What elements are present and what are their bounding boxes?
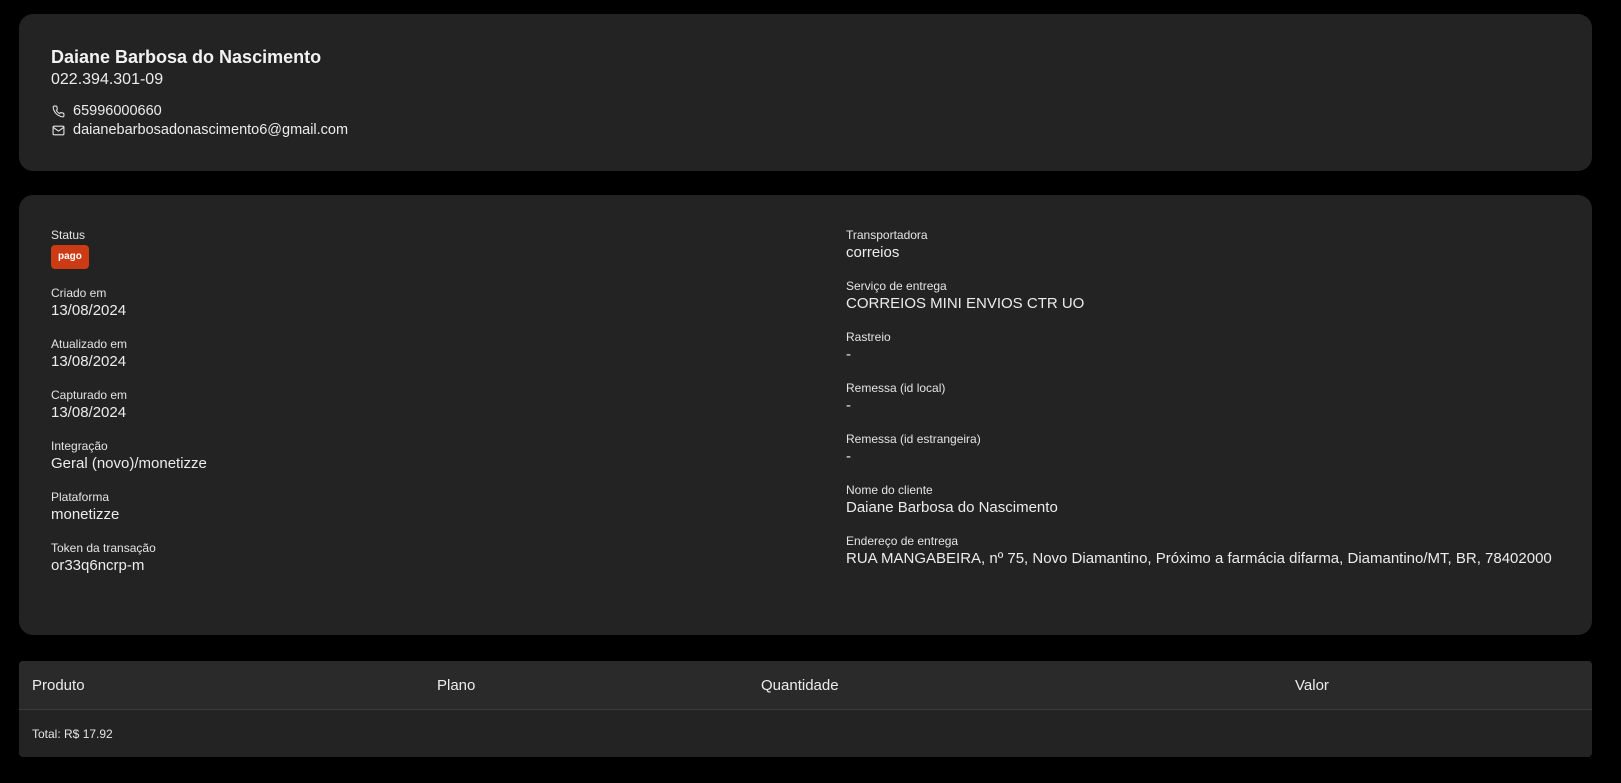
shipment-foreign-label: Remessa (id estrangeira) <box>846 432 981 446</box>
tracking-value: - <box>846 346 851 363</box>
phone-icon <box>51 105 65 119</box>
client-name-field: Nome do cliente Daiane Barbosa do Nascim… <box>846 482 1560 517</box>
delivery-address-field: Endereço de entrega RUA MANGABEIRA, nº 7… <box>846 533 1560 568</box>
delivery-service-value: CORREIOS MINI ENVIOS CTR UO <box>846 295 1085 312</box>
column-header-produto: Produto <box>32 676 85 694</box>
customer-card: Daiane Barbosa do Nascimento 022.394.301… <box>19 14 1592 171</box>
client-name-label: Nome do cliente <box>846 483 933 497</box>
customer-phone: 65996000660 <box>73 103 162 119</box>
details-left-column: Status pago Criado em 13/08/2024 Atualiz… <box>51 227 846 591</box>
delivery-service-field: Serviço de entrega CORREIOS MINI ENVIOS … <box>846 278 1560 313</box>
table-header-row: Produto Plano Quantidade Valor <box>19 661 1592 710</box>
integration-value: Geral (novo)/monetizze <box>51 455 207 472</box>
products-table: Produto Plano Quantidade Valor Total: R$… <box>19 661 1592 757</box>
shipment-local-label: Remessa (id local) <box>846 381 946 395</box>
integration-label: Integração <box>51 439 108 453</box>
carrier-value: correios <box>846 244 900 261</box>
token-label: Token da transação <box>51 541 156 555</box>
captured-label: Capturado em <box>51 388 128 402</box>
integration-field: Integração Geral (novo)/monetizze <box>51 438 846 473</box>
updated-field: Atualizado em 13/08/2024 <box>51 336 846 371</box>
created-field: Criado em 13/08/2024 <box>51 285 846 320</box>
carrier-field: Transportadora correios <box>846 227 1560 262</box>
shipment-local-field: Remessa (id local) - <box>846 380 1560 415</box>
platform-value: monetizze <box>51 506 120 523</box>
created-label: Criado em <box>51 286 107 300</box>
table-total: Total: R$ 17.92 <box>32 726 113 741</box>
platform-label: Plataforma <box>51 490 110 504</box>
column-header-plano: Plano <box>437 676 476 694</box>
customer-document: 022.394.301-09 <box>51 71 164 88</box>
token-value: or33q6ncrp-m <box>51 557 145 574</box>
platform-field: Plataforma monetizze <box>51 489 846 524</box>
status-label: Status <box>51 228 86 242</box>
delivery-service-label: Serviço de entrega <box>846 279 947 293</box>
client-name-value: Daiane Barbosa do Nascimento <box>846 499 1058 516</box>
tracking-field: Rastreio - <box>846 329 1560 364</box>
captured-value: 13/08/2024 <box>51 404 127 421</box>
status-badge: pago <box>51 245 89 269</box>
column-header-quantidade: Quantidade <box>761 676 839 694</box>
tracking-label: Rastreio <box>846 330 891 344</box>
shipment-foreign-field: Remessa (id estrangeira) - <box>846 431 1560 466</box>
updated-label: Atualizado em <box>51 337 128 351</box>
status-field: Status pago <box>51 227 846 269</box>
updated-value: 13/08/2024 <box>51 353 127 370</box>
mail-icon <box>51 124 65 138</box>
shipment-local-value: - <box>846 397 851 414</box>
customer-name: Daiane Barbosa do Nascimento <box>51 47 322 67</box>
delivery-address-label: Endereço de entrega <box>846 534 959 548</box>
delivery-address-value: RUA MANGABEIRA, nº 75, Novo Diamantino, … <box>846 550 1552 567</box>
customer-email-row: daianebarbosadonascimento6@gmail.com <box>51 121 1560 140</box>
token-field: Token da transação or33q6ncrp-m <box>51 540 846 575</box>
customer-phone-row: 65996000660 <box>51 102 1560 121</box>
details-right-column: Transportadora correios Serviço de entre… <box>846 227 1560 591</box>
order-details-card: Status pago Criado em 13/08/2024 Atualiz… <box>19 195 1592 635</box>
created-value: 13/08/2024 <box>51 302 127 319</box>
shipment-foreign-value: - <box>846 448 851 465</box>
column-header-valor: Valor <box>1295 676 1329 694</box>
customer-email: daianebarbosadonascimento6@gmail.com <box>73 122 349 138</box>
captured-field: Capturado em 13/08/2024 <box>51 387 846 422</box>
carrier-label: Transportadora <box>846 228 928 242</box>
